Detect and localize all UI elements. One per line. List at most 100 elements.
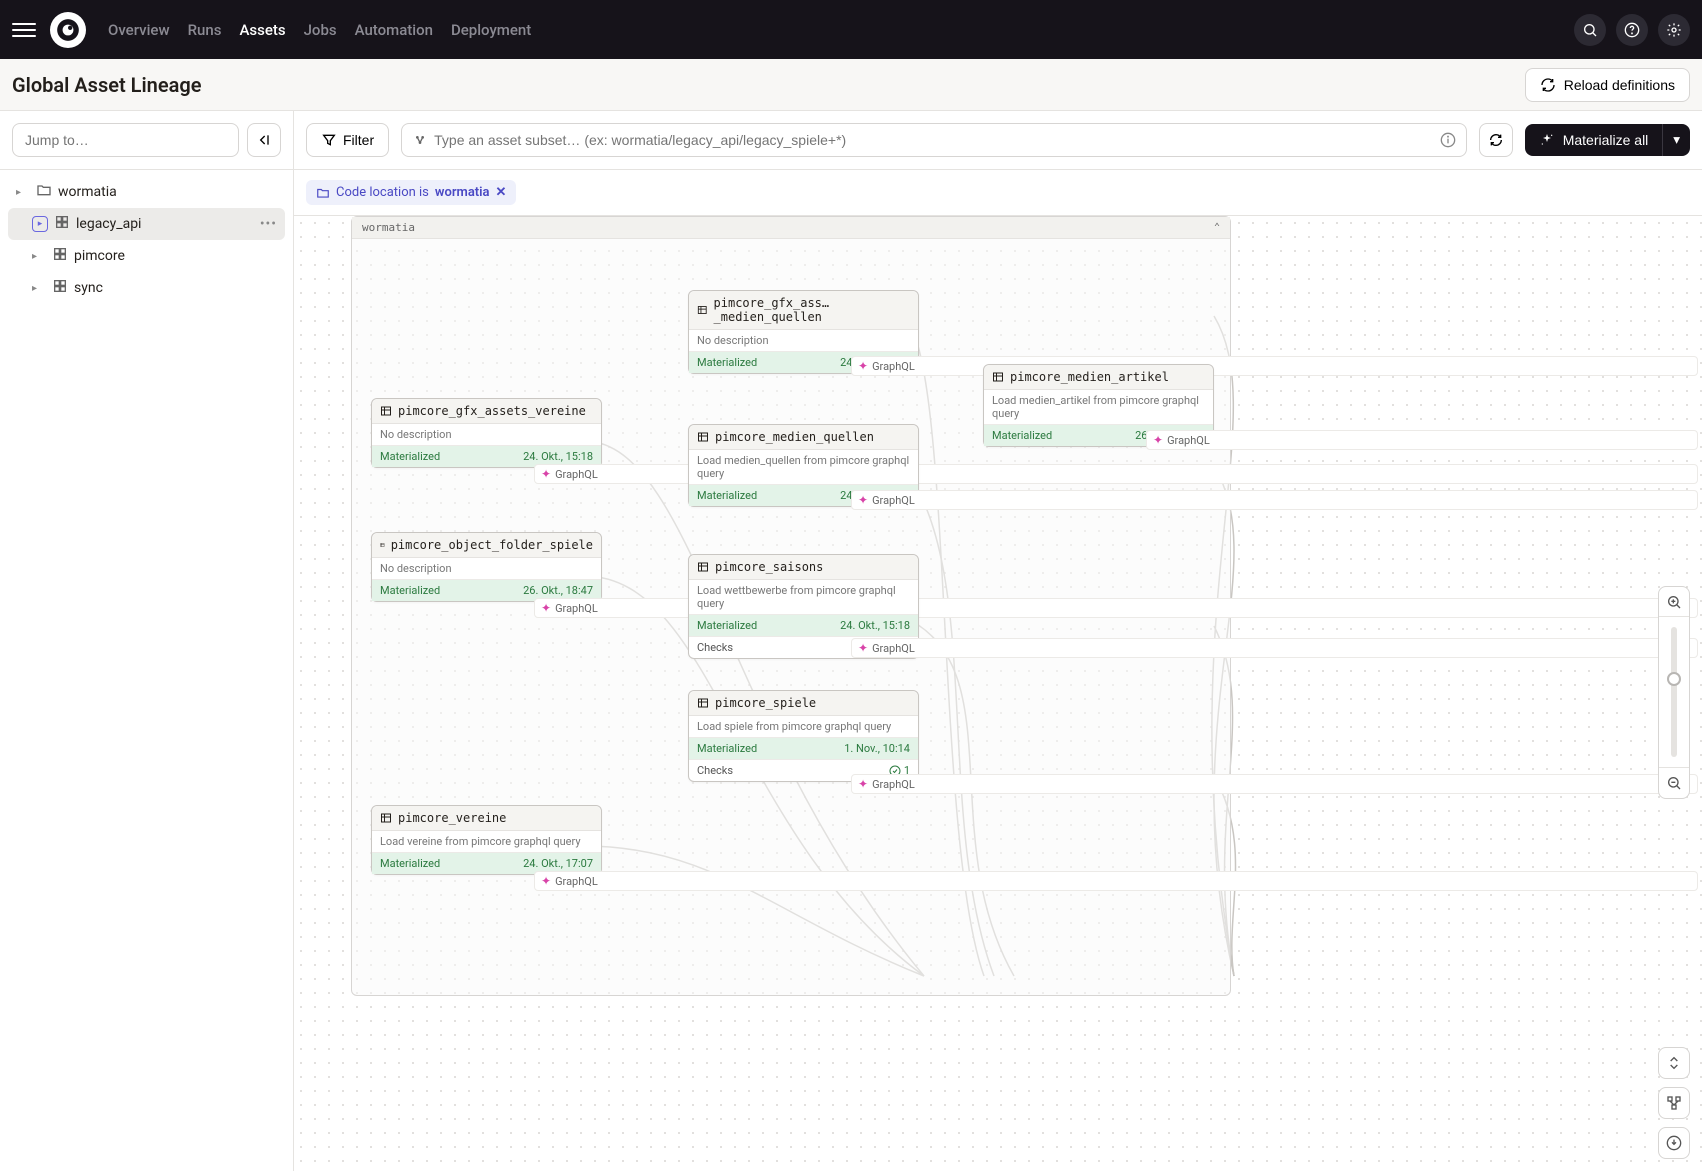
zoom-in-button[interactable]: [1659, 587, 1689, 617]
asset-status: Materialized: [697, 356, 757, 369]
layout-button[interactable]: [1658, 1087, 1690, 1119]
download-button[interactable]: [1658, 1127, 1690, 1159]
asset-title: pimcore_vereine: [398, 811, 506, 825]
asset-desc: Load medien_artikel from pimcore graphql…: [984, 390, 1213, 425]
settings-button[interactable]: [1658, 14, 1690, 46]
group-collapse-icon[interactable]: ⌃: [1214, 222, 1220, 233]
nav-automation[interactable]: Automation: [355, 21, 433, 39]
menu-toggle[interactable]: [12, 18, 36, 42]
asset-desc: Load wettbewerbe from pimcore graphql qu…: [689, 580, 918, 615]
asset-date: 26. Okt., 18:47: [523, 584, 593, 597]
subheader: Global Asset Lineage Reload definitions: [0, 59, 1702, 111]
asset-status: Materialized: [697, 742, 757, 755]
search-button[interactable]: [1574, 14, 1606, 46]
lineage-canvas[interactable]: wormatia ⌃ pimcore_gfx_assets_vereine No…: [294, 216, 1702, 1171]
filter-icon: [321, 132, 337, 148]
materialize-dropdown[interactable]: ▾: [1662, 124, 1690, 156]
code-location-chip[interactable]: Code location is wormatia ✕: [306, 180, 516, 205]
asset-group-icon: [52, 246, 68, 262]
asset-node[interactable]: pimcore_spiele Load spiele from pimcore …: [688, 690, 919, 782]
graphql-tag[interactable]: ✦GraphQL: [851, 638, 1698, 658]
asset-title: pimcore_medien_artikel: [1010, 370, 1169, 384]
reload-definitions-button[interactable]: Reload definitions: [1525, 68, 1690, 102]
refresh-button[interactable]: [1479, 123, 1513, 157]
collapse-all-button[interactable]: [1658, 1047, 1690, 1079]
tree-item-pimcore[interactable]: ▸ pimcore: [8, 240, 285, 272]
asset-title: pimcore_saisons: [715, 560, 823, 574]
asset-desc: No description: [689, 330, 918, 352]
tree-label: wormatia: [58, 184, 117, 200]
asset-date: 1. Nov., 10:14: [844, 742, 910, 755]
tree-label: sync: [74, 280, 103, 296]
group-header[interactable]: wormatia ⌃: [352, 217, 1230, 239]
download-icon: [1666, 1135, 1682, 1151]
graphql-tag[interactable]: ✦GraphQL: [1146, 430, 1698, 450]
filter-label: Filter: [343, 132, 374, 148]
subset-icon: [412, 132, 428, 148]
asset-status: Materialized: [992, 429, 1052, 442]
tree-item-menu[interactable]: •••: [260, 216, 277, 232]
zoom-out-button[interactable]: [1659, 768, 1689, 798]
info-icon[interactable]: [1440, 132, 1456, 148]
asset-date: 24. Okt., 17:07: [523, 857, 593, 870]
collapse-icon: [256, 132, 272, 148]
chip-prefix: Code location is: [336, 185, 429, 200]
dagster-logo-icon: [55, 17, 81, 43]
layout-icon: [1666, 1095, 1682, 1111]
nav-deployment[interactable]: Deployment: [451, 21, 531, 39]
folder-icon: [36, 182, 52, 198]
tree-root-wormatia[interactable]: ▸ wormatia: [8, 176, 285, 208]
collapse-sidebar-button[interactable]: [247, 123, 281, 157]
graphql-tag[interactable]: ✦GraphQL: [851, 490, 1698, 510]
asset-desc: No description: [372, 424, 601, 446]
asset-date: 24. Okt., 15:18: [523, 450, 593, 463]
asset-node[interactable]: pimcore_object_folder_spiele No descript…: [371, 532, 602, 602]
jump-to-input[interactable]: [12, 123, 239, 157]
checks-label: Checks: [697, 641, 733, 654]
nav-runs[interactable]: Runs: [188, 21, 222, 39]
asset-desc: Load vereine from pimcore graphql query: [372, 831, 601, 853]
nav-overview[interactable]: Overview: [108, 21, 170, 39]
asset-title: pimcore_object_folder_spiele: [391, 538, 593, 552]
asset-desc: Load spiele from pimcore graphql query: [689, 716, 918, 738]
zoom-slider[interactable]: [1671, 627, 1677, 757]
help-button[interactable]: [1616, 14, 1648, 46]
graphql-tag[interactable]: ✦GraphQL: [534, 871, 1698, 891]
gear-icon: [1666, 22, 1682, 38]
zoom-thumb[interactable]: [1667, 672, 1681, 686]
chip-value: wormatia: [435, 185, 490, 200]
graphql-icon: ✦: [858, 777, 868, 791]
nav-links: Overview Runs Assets Jobs Automation Dep…: [108, 21, 531, 39]
nav-jobs[interactable]: Jobs: [304, 21, 337, 39]
folder-icon: [316, 186, 330, 200]
nav-assets[interactable]: Assets: [239, 21, 285, 39]
subset-input[interactable]: [434, 132, 1432, 148]
asset-title: pimcore_gfx_assets_vereine: [398, 404, 586, 418]
filter-button[interactable]: Filter: [306, 123, 389, 157]
tree-item-legacy-api[interactable]: ▸ legacy_api •••: [8, 208, 285, 240]
asset-status: Materialized: [380, 584, 440, 597]
table-icon: [992, 371, 1004, 383]
table-icon: [380, 812, 392, 824]
asset-node[interactable]: pimcore_gfx_assets_vereine No descriptio…: [371, 398, 602, 468]
page-title: Global Asset Lineage: [12, 73, 202, 97]
table-icon: [697, 561, 709, 573]
table-icon: [697, 431, 709, 443]
asset-desc: No description: [372, 558, 601, 580]
table-icon: [697, 697, 709, 709]
materialize-all-button[interactable]: Materialize all: [1525, 124, 1663, 156]
group-label: wormatia: [362, 221, 415, 234]
graphql-tag[interactable]: ✦GraphQL: [851, 774, 1698, 794]
tree-item-sync[interactable]: ▸ sync: [8, 272, 285, 304]
asset-tree: ▸ wormatia ▸ legacy_api ••• ▸ pimcore ▸ …: [0, 170, 293, 310]
graphql-tag[interactable]: ✦GraphQL: [851, 356, 1698, 376]
asset-node[interactable]: pimcore_vereine Load vereine from pimcor…: [371, 805, 602, 875]
refresh-icon: [1488, 132, 1504, 148]
logo[interactable]: [50, 12, 86, 48]
filter-chips: Code location is wormatia ✕: [294, 170, 1702, 216]
subset-input-wrap[interactable]: [401, 123, 1467, 157]
zoom-control: [1658, 586, 1690, 799]
asset-status: Materialized: [380, 857, 440, 870]
zoom-out-icon: [1666, 775, 1682, 791]
chip-remove[interactable]: ✕: [496, 185, 507, 200]
